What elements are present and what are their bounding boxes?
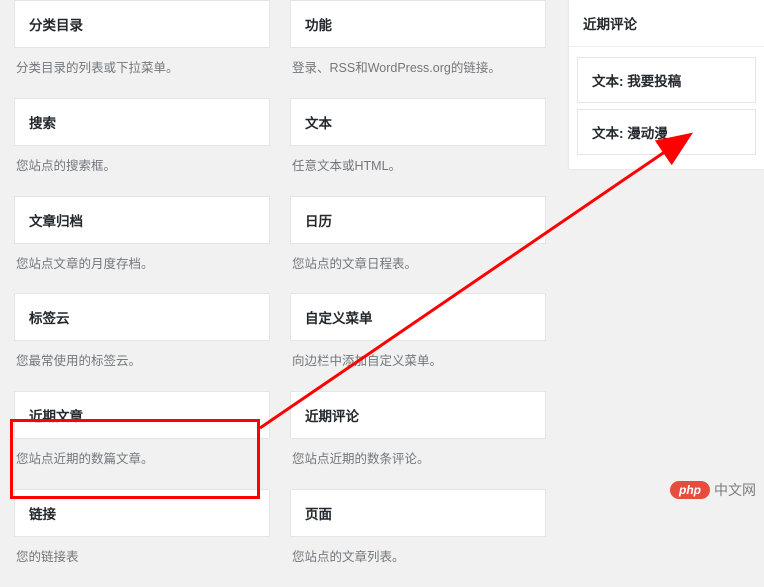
- sidebar-widget-item[interactable]: 文本: 我要投稿: [577, 57, 756, 103]
- widget-calendar[interactable]: 日历: [290, 196, 546, 244]
- widget-desc: 您站点近期的数条评论。: [290, 439, 546, 487]
- widget-search[interactable]: 搜索: [14, 98, 270, 146]
- widget-desc: 您站点的搜索框。: [14, 146, 270, 194]
- sidebar-header[interactable]: 近期评论: [569, 0, 764, 47]
- widget-desc: 您的链接表: [14, 537, 270, 585]
- widget-links[interactable]: 链接: [14, 489, 270, 537]
- widget-desc: 您站点文章的月度存档。: [14, 244, 270, 292]
- widget-desc: 您站点的文章日程表。: [290, 244, 546, 292]
- widget-recent-comments[interactable]: 近期评论: [290, 391, 546, 439]
- widgets-column-left: 分类目录分类目录的列表或下拉菜单。 搜索您站点的搜索框。 文章归档您站点文章的月…: [14, 0, 270, 587]
- widgets-column-right: 功能登录、RSS和WordPress.org的链接。 文本任意文本或HTML。 …: [290, 0, 546, 587]
- widget-desc: 向边栏中添加自定义菜单。: [290, 341, 546, 389]
- php-badge-icon: php: [670, 481, 710, 499]
- sidebar-widget-item[interactable]: 文本: 漫动漫: [577, 109, 756, 155]
- widget-pages[interactable]: 页面: [290, 489, 546, 537]
- sidebar-dropzone[interactable]: 近期评论 文本: 我要投稿 文本: 漫动漫: [569, 0, 764, 169]
- widget-categories[interactable]: 分类目录: [14, 0, 270, 48]
- widget-desc: 您站点的文章列表。: [290, 537, 546, 585]
- widget-desc: 登录、RSS和WordPress.org的链接。: [290, 48, 546, 96]
- widget-text[interactable]: 文本: [290, 98, 546, 146]
- widget-recent-posts[interactable]: 近期文章: [14, 391, 270, 439]
- widget-desc: 分类目录的列表或下拉菜单。: [14, 48, 270, 96]
- widget-tag-cloud[interactable]: 标签云: [14, 293, 270, 341]
- watermark-text: 中文网: [714, 480, 756, 500]
- widget-meta[interactable]: 功能: [290, 0, 546, 48]
- available-widgets-area: 分类目录分类目录的列表或下拉菜单。 搜索您站点的搜索框。 文章归档您站点文章的月…: [0, 0, 560, 587]
- widget-archives[interactable]: 文章归档: [14, 196, 270, 244]
- widget-desc: 任意文本或HTML。: [290, 146, 546, 194]
- watermark: php 中文网: [670, 480, 756, 500]
- widget-custom-menu[interactable]: 自定义菜单: [290, 293, 546, 341]
- widget-desc: 您站点近期的数篇文章。: [14, 439, 270, 487]
- widget-desc: 您最常使用的标签云。: [14, 341, 270, 389]
